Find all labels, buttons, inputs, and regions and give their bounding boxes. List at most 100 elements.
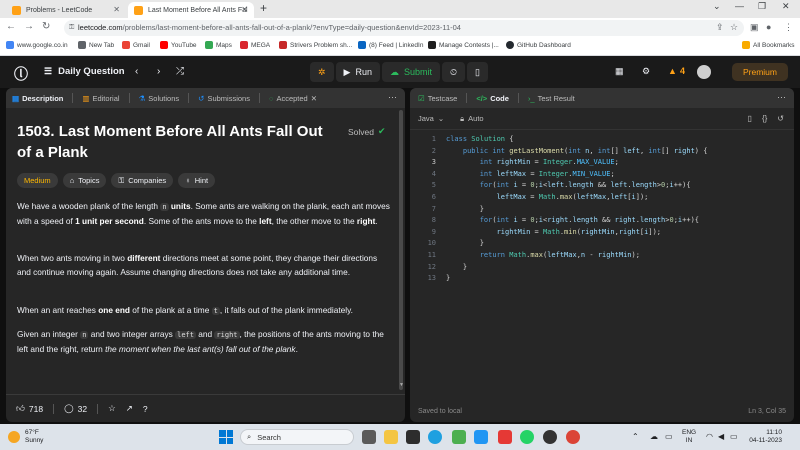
wifi-icon[interactable]: ◠ <box>706 432 713 441</box>
volume-icon[interactable]: ◀ <box>718 432 724 441</box>
tab-search-icon[interactable]: ⌄ <box>713 1 721 12</box>
language-indicator[interactable]: ENG IN <box>682 429 696 445</box>
braces-icon[interactable]: {} <box>762 114 767 123</box>
comments-button[interactable]: ◯ 32 <box>64 403 87 414</box>
help-button[interactable]: ? <box>143 404 148 414</box>
bookmark-linkedin[interactable]: (8) Feed | LinkedIn <box>358 41 423 49</box>
tab-testcase[interactable]: ☑ Testcase <box>418 94 457 103</box>
app-icon[interactable] <box>543 430 557 444</box>
browser-tab-strip: Problems - LeetCode ✕ Last Moment Before… <box>0 0 800 18</box>
profile-avatar[interactable]: ● <box>766 22 771 32</box>
side-panel-icon[interactable]: ▣ <box>750 22 759 33</box>
whatsapp-icon[interactable] <box>520 430 534 444</box>
vscode-icon[interactable] <box>474 430 488 444</box>
share-icon[interactable]: ⇪ <box>716 22 724 33</box>
layout-icon[interactable]: ▦ <box>615 66 624 77</box>
cloud-icon[interactable]: ☁ <box>650 432 658 441</box>
more-options-icon[interactable]: ⋯ <box>388 92 397 103</box>
problem-list-button[interactable]: ☰ Daily Question <box>44 66 125 77</box>
bookmark-icon[interactable]: ▯ <box>748 114 752 123</box>
bookmark-maps[interactable]: Maps <box>205 41 232 49</box>
bookmark-manage-contests[interactable]: Manage Contests |... <box>428 41 499 49</box>
bookmark-mega[interactable]: MEGA <box>240 41 270 49</box>
start-button[interactable] <box>219 430 233 444</box>
avatar[interactable] <box>697 65 711 79</box>
site-info-icon[interactable]: ⚿ <box>69 20 74 36</box>
bookmark-gmail[interactable]: Gmail <box>122 41 150 49</box>
onedrive-icon[interactable]: ▭ <box>665 432 673 441</box>
close-tab-icon[interactable]: ✕ <box>241 5 248 14</box>
auto-mode-toggle[interactable]: 🔒︎ Auto <box>460 114 483 124</box>
url-field[interactable]: ⚿ leetcode.com/problems/last-moment-befo… <box>64 20 744 36</box>
store-icon[interactable] <box>406 430 420 444</box>
tab-submissions[interactable]: ↺ Submissions <box>198 94 250 103</box>
language-select[interactable]: Java ⌄ <box>418 114 444 123</box>
forward-icon[interactable]: → <box>24 21 34 32</box>
like-button[interactable]: 👍︎ 718 <box>16 403 43 414</box>
scrollbar[interactable] <box>399 110 403 390</box>
companies-chip[interactable]: ⚿ Companies <box>111 173 174 188</box>
favorite-button[interactable]: ☆ <box>108 403 116 414</box>
comment-icon: ◯ <box>64 403 74 413</box>
youtube-icon <box>160 41 168 49</box>
close-tab-icon[interactable]: ✕ <box>311 94 317 103</box>
topics-chip[interactable]: ⌂ Topics <box>62 173 107 188</box>
close-tab-icon[interactable]: ✕ <box>113 5 120 14</box>
maximize-icon[interactable]: ❐ <box>758 1 766 12</box>
tab-description[interactable]: ▤ Description <box>12 94 63 103</box>
battery-icon[interactable]: ▭ <box>730 432 738 441</box>
tab-editorial[interactable]: ▥ Editorial <box>82 94 119 103</box>
leetcode-logo-icon[interactable]: ⓛ <box>14 64 28 82</box>
shuffle-icon[interactable]: ⤮ <box>176 66 184 77</box>
tab-accepted[interactable]: ◌ Accepted ✕ <box>269 94 317 103</box>
next-problem-icon[interactable]: › <box>157 66 160 77</box>
reload-icon[interactable]: ↻ <box>42 21 50 32</box>
tray-chevron-icon[interactable]: ⌃ <box>632 432 639 441</box>
bookmark-strivers[interactable]: Strivers Problem sh... <box>279 41 352 49</box>
prev-problem-icon[interactable]: ‹ <box>135 66 138 77</box>
all-bookmarks[interactable]: All Bookmarks <box>742 41 795 49</box>
mcafee-icon[interactable] <box>498 430 512 444</box>
scroll-down-arrow-icon[interactable]: ▼ <box>399 382 404 388</box>
tab-test-result[interactable]: ›_ Test Result <box>528 94 575 103</box>
taskbar-search[interactable]: ⌕ Search <box>240 429 354 445</box>
file-explorer-icon[interactable] <box>384 430 398 444</box>
premium-button[interactable]: Premium <box>732 63 788 81</box>
lock-icon: ⚿ <box>118 175 125 185</box>
debug-button[interactable]: ✲ <box>310 62 334 82</box>
close-window-icon[interactable]: ✕ <box>782 1 790 12</box>
run-button[interactable]: ▶ Run <box>335 62 380 82</box>
new-tab-icon[interactable]: + <box>260 1 267 15</box>
bookmark-youtube[interactable]: YouTube <box>160 41 197 49</box>
streak-count[interactable]: 4 <box>680 66 685 76</box>
bookmark-star-icon[interactable]: ☆ <box>730 22 738 33</box>
code-line: 2 public int getLastMoment(int n, int[] … <box>431 146 708 155</box>
accepted-icon: ◌ <box>268 93 274 103</box>
clock[interactable]: 11:10 04-11-2023 <box>742 429 782 445</box>
edge-icon[interactable] <box>428 430 442 444</box>
browser-tab-active[interactable]: Last Moment Before All Ants Fal ✕ <box>128 2 254 18</box>
bookmark-new-tab[interactable]: New Tab <box>78 41 114 49</box>
settings-gear-icon[interactable]: ⚙ <box>642 66 650 77</box>
notes-button[interactable]: ▯ <box>467 62 488 82</box>
more-options-icon[interactable]: ⋯ <box>777 92 786 103</box>
tab-solutions[interactable]: ⚗ Solutions <box>139 94 180 103</box>
bookmark-google[interactable]: www.google.co.in <box>6 41 68 49</box>
timer-button[interactable]: ⏲ <box>442 62 466 82</box>
submit-button[interactable]: ☁ Submit <box>381 62 440 82</box>
browser-tab-problems[interactable]: Problems - LeetCode ✕ <box>6 2 126 18</box>
reset-icon[interactable]: ↺ <box>777 114 784 123</box>
task-view-icon[interactable] <box>362 430 376 444</box>
github-icon <box>506 41 514 49</box>
tab-code[interactable]: </> Code <box>476 94 509 103</box>
chrome-icon[interactable] <box>566 430 580 444</box>
back-icon[interactable]: ← <box>6 21 16 32</box>
weather-widget[interactable]: 67°F Sunny <box>8 429 43 444</box>
bookmark-github[interactable]: GitHub Dashboard <box>506 41 571 49</box>
share-button[interactable]: ↗ <box>126 403 133 414</box>
xbox-icon[interactable] <box>452 430 466 444</box>
menu-kebab-icon[interactable]: ⋮ <box>784 22 793 33</box>
hint-chip[interactable]: ♀ Hint <box>178 173 216 188</box>
code-editor[interactable]: 1 class Solution { 2 public int getLastMo… <box>410 134 794 285</box>
minimize-icon[interactable]: — <box>735 1 744 11</box>
